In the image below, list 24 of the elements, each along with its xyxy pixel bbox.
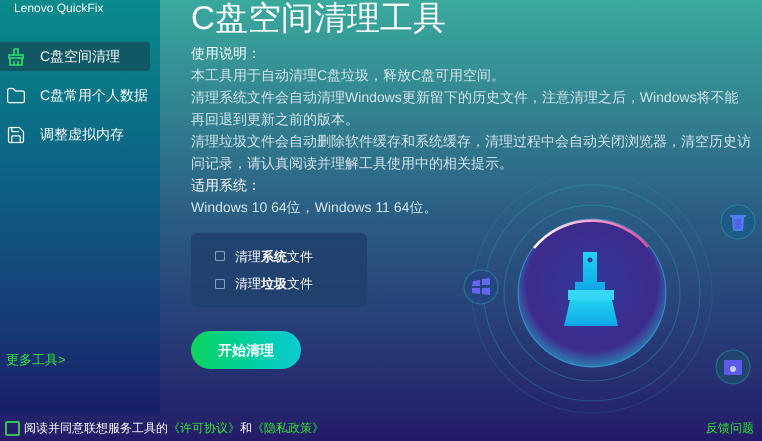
license-link[interactable]: 《许可协议》: [168, 419, 240, 437]
sidebar-item[interactable]: C盘空间清理: [0, 42, 150, 71]
description-text: 本工具用于自动清理C盘垃圾，释放C盘可用空间。: [191, 66, 506, 85]
feedback-link[interactable]: 反馈问题: [706, 419, 754, 437]
conjunction-text: 和: [240, 420, 252, 437]
folder-icon: [6, 86, 26, 106]
section-heading: 使用说明：: [191, 44, 262, 63]
checkbox[interactable]: [215, 251, 225, 262]
app-title: Lenovo QuickFix: [13, 1, 104, 15]
description-text: 清理系统文件会自动清理Windows更新留下的历史文件，注意清理之后，Windows将不能再回退到更新之前的版本。: [191, 88, 740, 129]
sidebar-item[interactable]: 调整虚拟内存: [0, 120, 150, 149]
description-text: Windows 10 64位，Windows 11 64位。: [191, 198, 438, 217]
page-title: C盘空间清理工具: [191, 0, 447, 38]
more-tools-link[interactable]: 更多工具>: [0, 350, 160, 369]
section-heading: 适用系统：: [191, 176, 262, 195]
sidebar-item[interactable]: C盘常用个人数据: [0, 81, 150, 110]
option-label: 清理系统文件: [235, 248, 313, 266]
description-text: 清理垃圾文件会自动删除软件缓存和系统缓存，清理过程中会自动关闭浏览器，清空历史访问记录，请认真阅读并理解工具使用中的相关提示。: [191, 132, 751, 173]
checkbox[interactable]: [215, 278, 225, 289]
privacy-link[interactable]: 《隐私政策》: [252, 419, 324, 437]
agree-checkbox[interactable]: [5, 420, 20, 436]
broom-icon: [6, 46, 26, 66]
option-label: 清理垃圾文件: [235, 275, 313, 293]
agreement-text: 阅读并同意联想服务工具的: [24, 420, 168, 437]
